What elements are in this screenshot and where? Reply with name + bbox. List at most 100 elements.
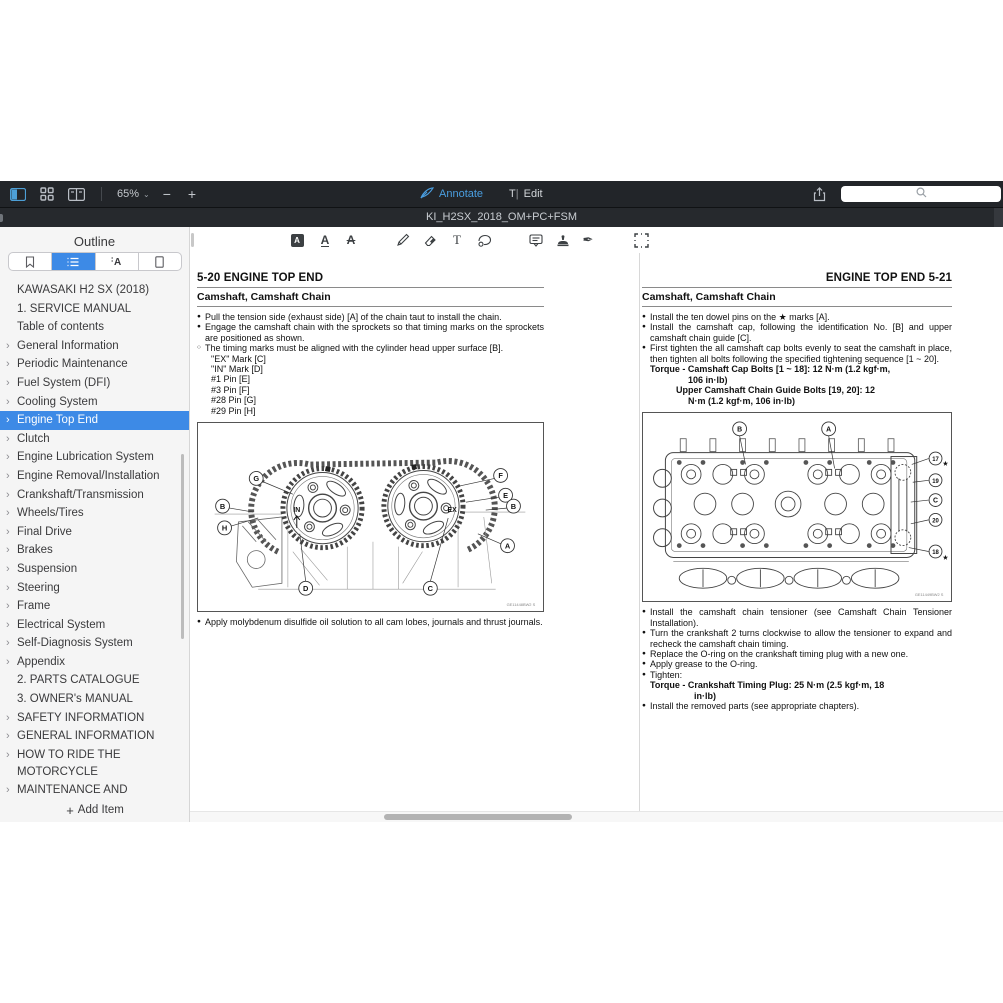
sidebar-item-engine-removal-installation[interactable]: ›Engine Removal/Installation xyxy=(0,467,190,486)
figure-mark-in: IN xyxy=(293,507,300,514)
rule xyxy=(642,287,952,288)
chevron-right-icon: › xyxy=(6,486,10,505)
sidebar-item-engine-top-end[interactable]: › Engine Top End xyxy=(0,411,190,430)
annotate-mode-button[interactable]: Annotate xyxy=(420,187,483,202)
sidebar-item-label: Clutch xyxy=(17,430,50,448)
callout-label: G xyxy=(253,474,259,483)
sidebar-item-kawasaki-h2-sx-2018[interactable]: KAWASAKI H2 SX (2018) xyxy=(0,281,190,300)
strikethrough-text-icon[interactable]: A xyxy=(342,231,360,249)
pencil-icon[interactable] xyxy=(394,231,412,249)
sidebar-item-steering[interactable]: ›Steering xyxy=(0,579,190,598)
underline-text-icon[interactable]: A xyxy=(316,231,334,249)
sidebar-title: Outline xyxy=(0,234,189,249)
sidebar-item-engine-lubrication-system[interactable]: ›Engine Lubrication System xyxy=(0,448,190,467)
sidebar-item-frame[interactable]: ›Frame xyxy=(0,597,190,616)
edit-mode-button[interactable]: T| Edit xyxy=(509,188,543,200)
page-text-line: Torque - Camshaft Cap Bolts [1 ~ 18]: 12… xyxy=(650,364,890,374)
signature-pen-icon[interactable]: ✒ xyxy=(579,231,597,249)
page-text-block: ●Engage the camshaft chain with the spro… xyxy=(197,322,544,343)
sidebar-item-general-information[interactable]: ›GENERAL INFORMATION xyxy=(0,727,190,746)
chevron-right-icon: › xyxy=(6,393,10,412)
sidebar-item-general-information[interactable]: ›General Information xyxy=(0,337,190,356)
add-item-button[interactable]: + Add Item xyxy=(0,798,190,822)
zoom-out-button[interactable]: − xyxy=(159,187,175,201)
select-area-icon[interactable] xyxy=(632,231,650,249)
top-toolbar: 65% ⌄ − + Annotate T| Edit xyxy=(0,181,1003,207)
chevron-right-icon: › xyxy=(6,355,10,374)
zoom-dropdown[interactable]: 65% ⌄ xyxy=(117,188,150,200)
chevron-right-icon: › xyxy=(6,781,10,800)
sidebar-item-fuel-system-dfi[interactable]: ›Fuel System (DFI) xyxy=(0,374,190,393)
sidebar-item-brakes[interactable]: ›Brakes xyxy=(0,541,190,560)
search-input[interactable] xyxy=(841,186,1001,202)
sidebar-item-label: 2. PARTS CATALOGUE xyxy=(17,671,140,689)
note-icon[interactable] xyxy=(527,231,545,249)
horizontal-scrollbar-thumb[interactable] xyxy=(384,814,572,820)
chevron-right-icon: › xyxy=(6,709,10,728)
toolbar-divider xyxy=(101,187,102,201)
sidebar-item-table-of-contents[interactable]: Table of contents xyxy=(0,318,190,337)
bullet-marker: ● xyxy=(642,649,646,659)
stamp-icon[interactable] xyxy=(554,231,572,249)
sidebar-item-final-drive[interactable]: ›Final Drive xyxy=(0,523,190,542)
page-text-block: ●First tighten the all camshaft cap bolt… xyxy=(642,343,952,364)
sidebar-item-self-diagnosis-system[interactable]: ›Self-Diagnosis System xyxy=(0,634,190,653)
text-tool-icon[interactable]: T xyxy=(448,231,466,249)
tab-outline[interactable] xyxy=(52,253,95,270)
rule xyxy=(197,306,544,307)
sidebar-item-label: 1. SERVICE MANUAL xyxy=(17,300,131,318)
sidebar-item-appendix[interactable]: ›Appendix xyxy=(0,653,190,672)
page-header-left: 5-20 ENGINE TOP END xyxy=(197,272,544,284)
sidebar-item-how-to-ride-the-motorcycle[interactable]: ›HOW TO RIDE THE MOTORCYCLE xyxy=(0,746,190,781)
sidebar-item-1-service-manual[interactable]: 1. SERVICE MANUAL xyxy=(0,300,190,319)
page-divider xyxy=(639,253,640,812)
page-text-line: in·lb) xyxy=(694,691,716,701)
chevron-right-icon: › xyxy=(6,541,10,560)
two-page-view-icon[interactable] xyxy=(66,185,86,203)
sidebar-item-label: 3. OWNER's MANUAL xyxy=(17,690,133,708)
lasso-shape-icon[interactable] xyxy=(475,231,493,249)
page-text-block: ●Install the removed parts (see appropri… xyxy=(642,701,952,711)
callout-label: 20 xyxy=(932,519,939,525)
share-icon[interactable] xyxy=(809,185,829,203)
sidebar-item-label: Final Drive xyxy=(17,523,72,541)
callout-label: A xyxy=(826,427,831,434)
page-text-line: #1 Pin [E] xyxy=(211,374,250,384)
eraser-icon[interactable] xyxy=(422,231,440,249)
sidebar-item-3-owner-s-manual[interactable]: 3. OWNER's MANUAL xyxy=(0,690,190,709)
thumbnails-grid-icon[interactable] xyxy=(37,185,57,203)
bullet-marker: ● xyxy=(642,701,646,711)
sidebar-item-2-parts-catalogue[interactable]: 2. PARTS CATALOGUE xyxy=(0,671,190,690)
sidebar-scrollbar[interactable] xyxy=(181,454,184,639)
sidebar-item-crankshaft-transmission[interactable]: ›Crankshaft/Transmission xyxy=(0,486,190,505)
page-text-block: 106 in·lb) xyxy=(642,375,952,386)
sidebar-item-label: Engine Removal/Installation xyxy=(17,467,160,485)
sidebar-item-label: Engine Top End xyxy=(17,411,98,429)
sidebar-item-safety-information[interactable]: ›SAFETY INFORMATION xyxy=(0,709,190,728)
sidebar-item-wheels-tires[interactable]: ›Wheels/Tires xyxy=(0,504,190,523)
sidebar-item-suspension[interactable]: ›Suspension xyxy=(0,560,190,579)
tab-bookmarks[interactable] xyxy=(9,253,52,270)
sidebar-toggle-icon[interactable] xyxy=(8,185,28,203)
highlight-text-icon[interactable]: A xyxy=(288,231,306,249)
sidebar-item-cooling-system[interactable]: ›Cooling System xyxy=(0,393,190,412)
add-item-label: Add Item xyxy=(78,804,124,816)
page-text-block: ●Apply molybdenum disulfide oil solution… xyxy=(197,617,544,627)
chevron-right-icon: › xyxy=(6,411,10,430)
page-text-block: ●Install the ten dowel pins on the ★ mar… xyxy=(642,312,952,322)
tab-pages[interactable] xyxy=(139,253,181,270)
rule xyxy=(197,287,544,288)
sidebar-item-clutch[interactable]: ›Clutch xyxy=(0,430,190,449)
bullet-marker: ● xyxy=(642,343,646,353)
sidebar-item-label: General Information xyxy=(17,337,119,355)
figure-id: GE11449BW2 S xyxy=(915,592,944,597)
tab-annotations[interactable]: A xyxy=(96,253,139,270)
section-title-left: Camshaft, Camshaft Chain xyxy=(197,291,544,303)
page-text-line: Pull the tension side (exhaust side) [A]… xyxy=(205,312,502,322)
screenshot: 65% ⌄ − + Annotate T| Edit xyxy=(0,0,1003,1003)
zoom-in-button[interactable]: + xyxy=(184,187,200,201)
sidebar-item-periodic-maintenance[interactable]: ›Periodic Maintenance xyxy=(0,355,190,374)
page-text-block: "EX" Mark [C] xyxy=(197,354,544,364)
page-text-line: Tighten: xyxy=(650,670,682,680)
sidebar-item-electrical-system[interactable]: ›Electrical System xyxy=(0,616,190,635)
